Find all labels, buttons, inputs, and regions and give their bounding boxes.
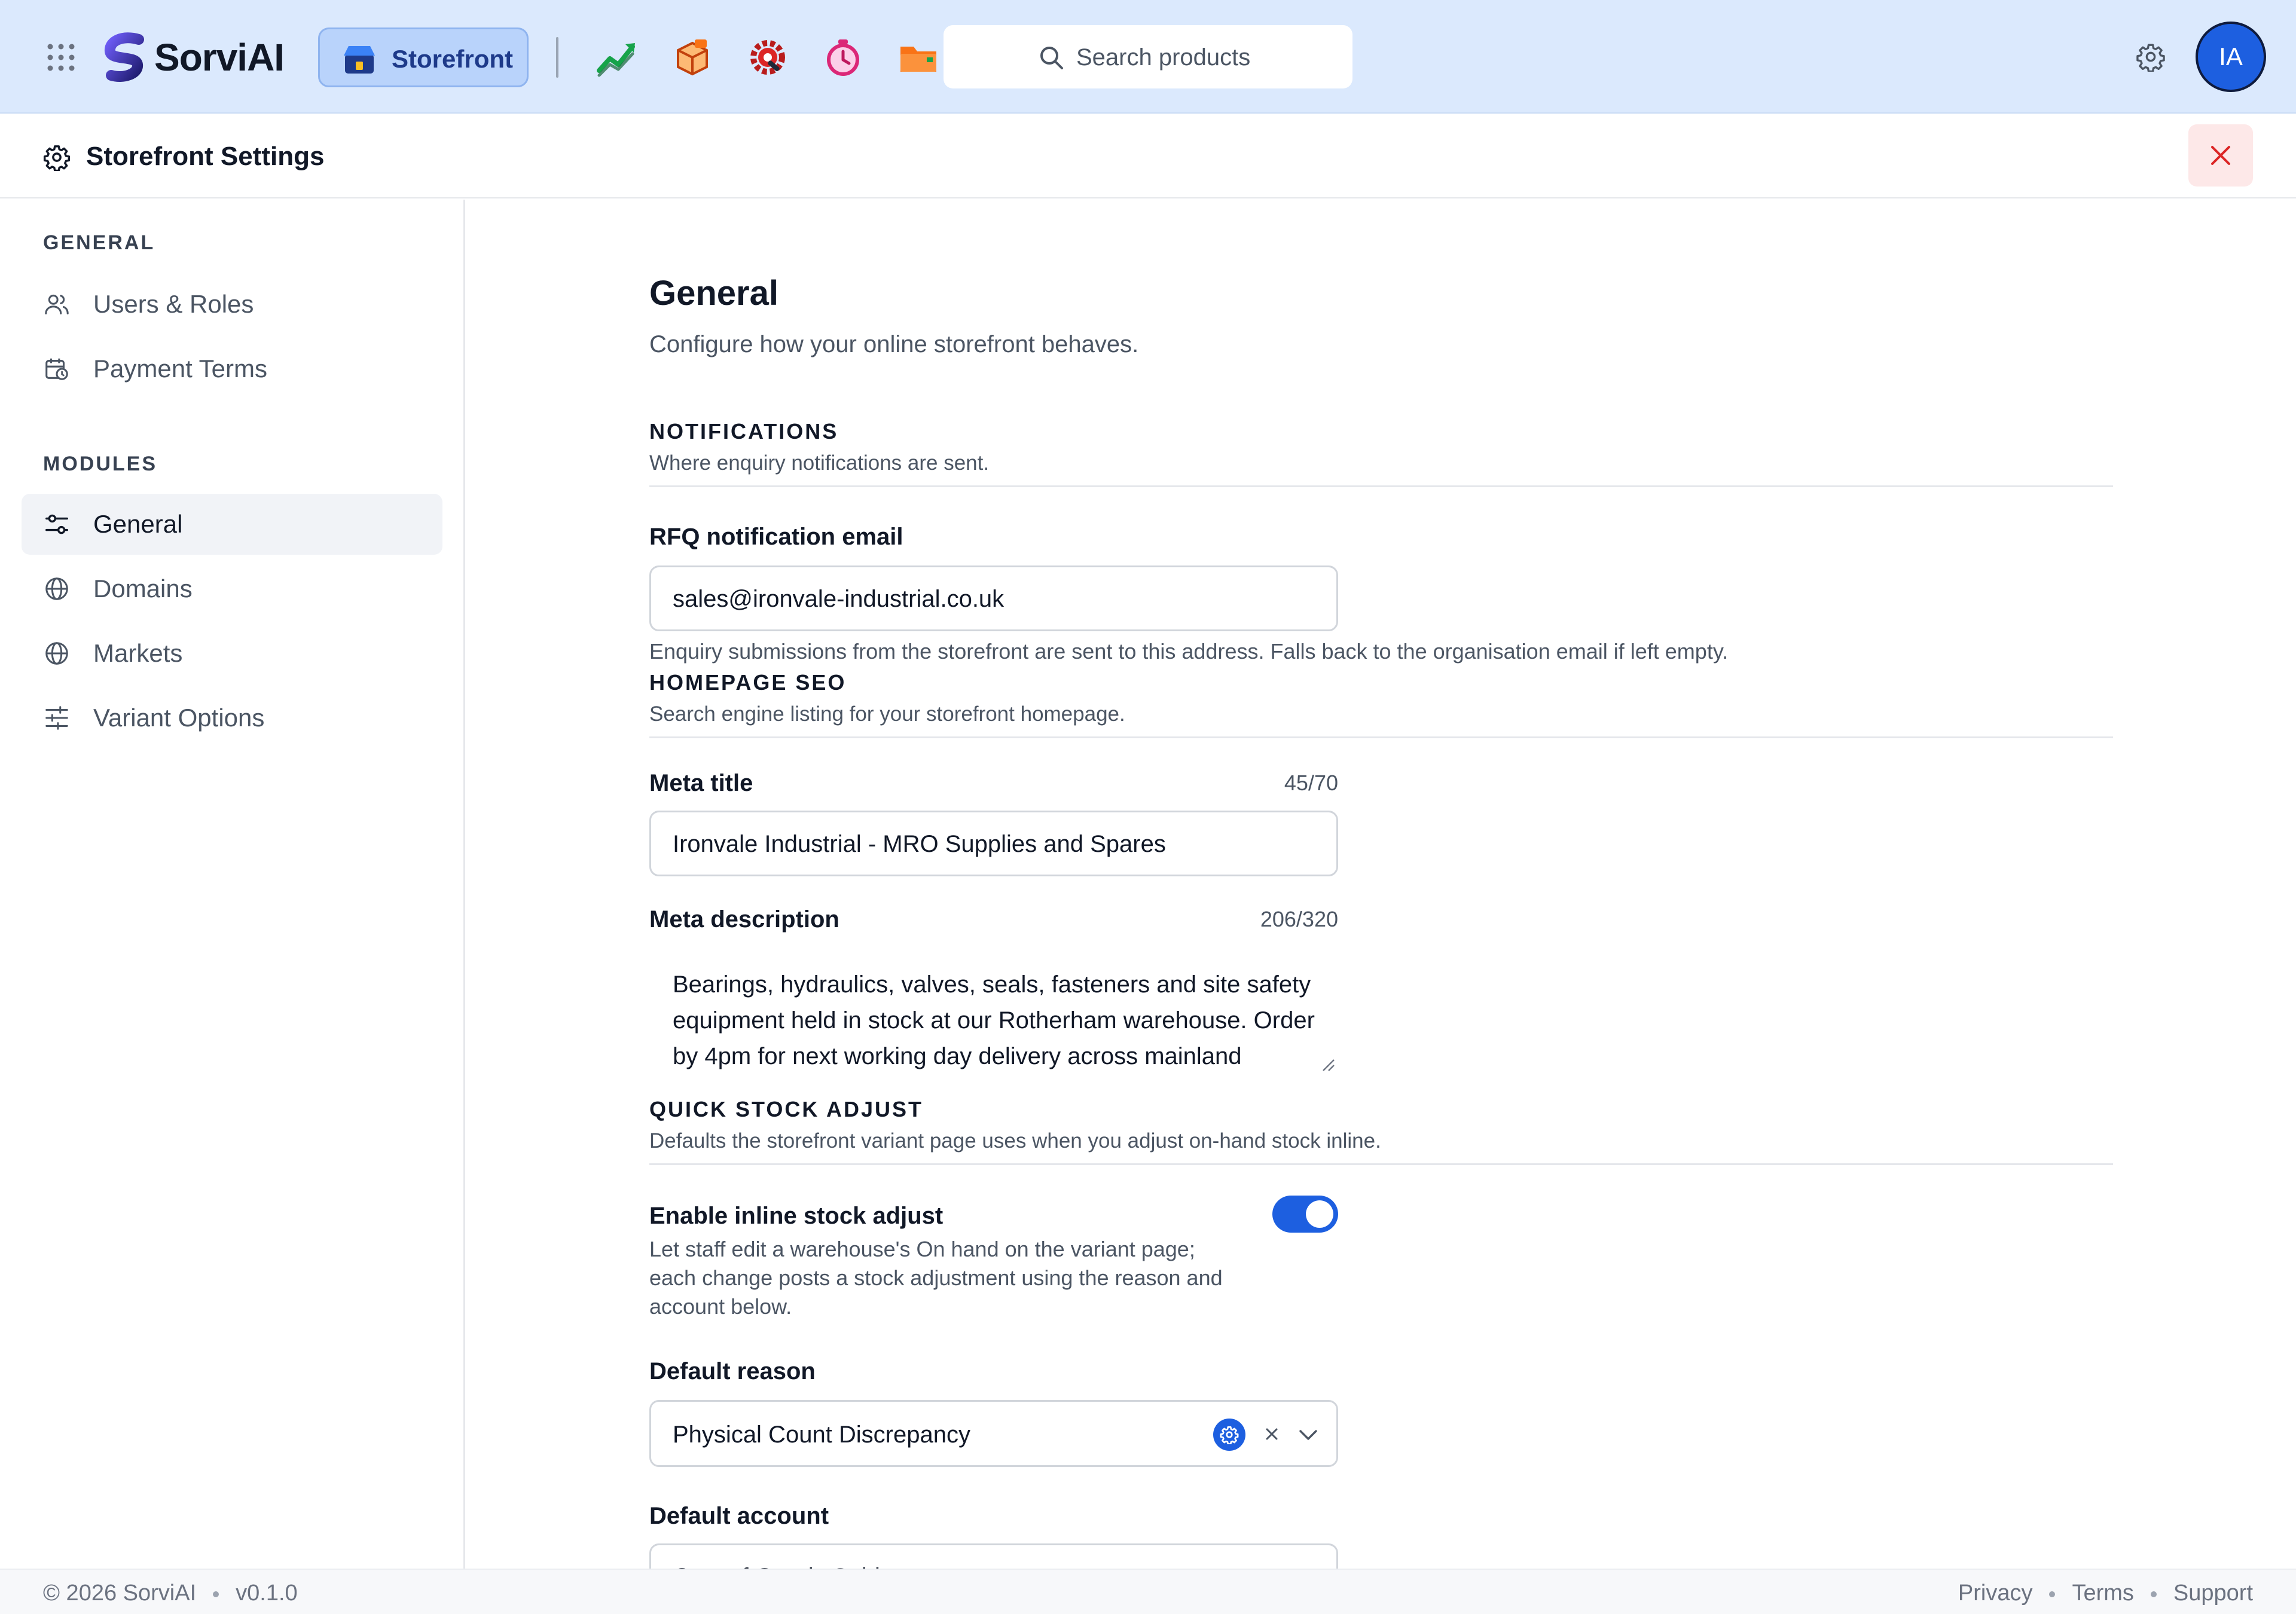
search-input[interactable]: Search products — [944, 25, 1352, 88]
section-divider — [649, 736, 2113, 738]
meta-title-char-count: 45/70 — [1284, 771, 1338, 795]
settings-gear-icon[interactable] — [2136, 42, 2166, 72]
quick-stock-adjust-description: Defaults the storefront variant page use… — [649, 1129, 1381, 1153]
page-title: Storefront Settings — [86, 142, 325, 171]
meta-description-value: Bearings, hydraulics, valves, seals, fas… — [673, 971, 1315, 1069]
brand-logo-icon — [105, 32, 144, 82]
sidebar-item-label: Users & Roles — [93, 290, 254, 318]
homepage-seo-heading: HOMEPAGE SEO — [649, 670, 847, 695]
meta-description-char-count: 206/320 — [1260, 907, 1338, 931]
clear-selection-icon[interactable] — [1260, 1422, 1284, 1446]
search-placeholder: Search products — [1076, 44, 1251, 71]
service-gear-icon[interactable] — [746, 37, 789, 78]
sidebar-item-label: General — [93, 510, 183, 538]
section-title: General — [649, 274, 778, 313]
sales-chart-icon[interactable] — [596, 37, 639, 78]
separator-dot — [213, 1591, 219, 1597]
chevron-down-icon[interactable] — [1296, 1422, 1321, 1447]
footer-link-support[interactable]: Support — [2173, 1581, 2253, 1606]
meta-title-label: Meta title — [649, 770, 753, 796]
sidebar-heading-general: GENERAL — [43, 231, 155, 254]
meta-title-value: Ironvale Industrial - MRO Supplies and S… — [673, 831, 1166, 857]
section-divider — [649, 485, 2113, 487]
default-reason-value: Physical Count Discrepancy — [673, 1422, 970, 1448]
close-icon — [2211, 146, 2230, 165]
adjustments-icon — [45, 706, 68, 730]
active-app-storefront[interactable]: Storefront — [318, 27, 529, 87]
footer-link-terms[interactable]: Terms — [2072, 1581, 2133, 1606]
settings-gear-icon — [43, 145, 71, 171]
section-subtitle: Configure how your online storefront beh… — [649, 331, 1139, 357]
settings-content: General Configure how your online storef… — [467, 200, 2296, 1569]
rfq-email-help: Enquiry submissions from the storefront … — [649, 639, 1729, 664]
sidebar-item-general[interactable]: General — [22, 494, 442, 555]
section-divider — [649, 1163, 2113, 1165]
sidebar-item-users-roles[interactable]: Users & Roles — [22, 274, 442, 335]
search-icon — [1040, 47, 1063, 69]
meta-description-textarea[interactable]: Bearings, hydraulics, valves, seals, fas… — [649, 949, 1338, 1075]
globe-icon — [45, 642, 68, 665]
meta-title-input[interactable]: Ironvale Industrial - MRO Supplies and S… — [649, 811, 1338, 876]
sidebar-item-label: Variant Options — [93, 704, 265, 732]
timer-icon[interactable] — [822, 37, 865, 78]
inline-stock-adjust-description: Let staff edit a warehouse's On hand on … — [649, 1237, 1223, 1319]
nav-divider — [556, 37, 558, 78]
footer-links: Privacy Terms Support — [1958, 1579, 2253, 1607]
brand-name[interactable]: SorviAI — [154, 33, 285, 81]
footer-left: © 2026 SorviAI v0.1.0 — [43, 1579, 298, 1607]
separator-dot — [2049, 1591, 2056, 1597]
default-reason-label: Default reason — [649, 1358, 816, 1384]
sidebar-heading-modules: MODULES — [43, 453, 157, 475]
default-account-label: Default account — [649, 1503, 829, 1529]
sliders-icon — [45, 514, 68, 534]
default-account-select[interactable]: Cost of Goods Sold — [649, 1543, 1338, 1569]
gear-icon — [1220, 1426, 1239, 1444]
storefront-icon — [344, 46, 375, 74]
meta-description-label: Meta description — [649, 906, 839, 933]
app-grid-icon[interactable] — [47, 43, 75, 72]
rfq-email-value: sales@ironvale-industrial.co.uk — [673, 586, 1004, 612]
settings-sidebar: GENERAL Users & Roles Payment Terms MODU… — [0, 200, 465, 1569]
default-account-value: Cost of Goods Sold — [673, 1562, 880, 1569]
user-avatar[interactable]: IA — [2196, 22, 2266, 92]
folder-icon[interactable] — [897, 37, 940, 78]
sidebar-item-markets[interactable]: Markets — [22, 623, 442, 684]
default-reason-select[interactable]: Physical Count Discrepancy — [649, 1400, 1338, 1467]
sidebar-item-domains[interactable]: Domains — [22, 558, 442, 619]
reason-settings-button[interactable] — [1213, 1419, 1245, 1451]
notifications-description: Where enquiry notifications are sent. — [649, 451, 990, 475]
globe-icon — [45, 577, 68, 600]
sidebar-item-variant-options[interactable]: Variant Options — [22, 687, 442, 748]
rfq-email-input[interactable]: sales@ironvale-industrial.co.uk — [649, 565, 1338, 631]
quick-stock-adjust-heading: QUICK STOCK ADJUST — [649, 1097, 924, 1121]
homepage-seo-description: Search engine listing for your storefron… — [649, 702, 1125, 726]
footer-link-privacy[interactable]: Privacy — [1958, 1581, 2033, 1606]
sidebar-item-payment-terms[interactable]: Payment Terms — [22, 338, 442, 399]
version-text: v0.1.0 — [236, 1581, 298, 1606]
calendar-clock-icon — [45, 358, 68, 380]
active-app-label: Storefront — [392, 45, 513, 73]
inline-stock-adjust-toggle[interactable] — [1272, 1196, 1338, 1233]
toggle-knob — [1306, 1200, 1333, 1228]
resize-handle-icon[interactable] — [1318, 1055, 1335, 1072]
settings-header: Storefront Settings — [0, 115, 2296, 198]
sidebar-item-label: Markets — [93, 639, 183, 667]
rfq-email-label: RFQ notification email — [649, 524, 903, 550]
inline-stock-adjust-label: Enable inline stock adjust — [649, 1203, 944, 1229]
top-navigation-bar: SorviAI Storefront Search products IA — [0, 0, 2296, 114]
page-footer: © 2026 SorviAI v0.1.0 Privacy Terms Support — [0, 1569, 2296, 1614]
sidebar-item-label: Domains — [93, 574, 193, 603]
separator-dot — [2150, 1591, 2157, 1597]
notifications-heading: NOTIFICATIONS — [649, 419, 839, 444]
users-icon — [45, 294, 69, 314]
close-settings-button[interactable] — [2188, 124, 2253, 187]
copyright-text: © 2026 SorviAI — [43, 1581, 197, 1606]
sidebar-item-label: Payment Terms — [93, 354, 267, 383]
inventory-box-icon[interactable] — [671, 37, 714, 78]
